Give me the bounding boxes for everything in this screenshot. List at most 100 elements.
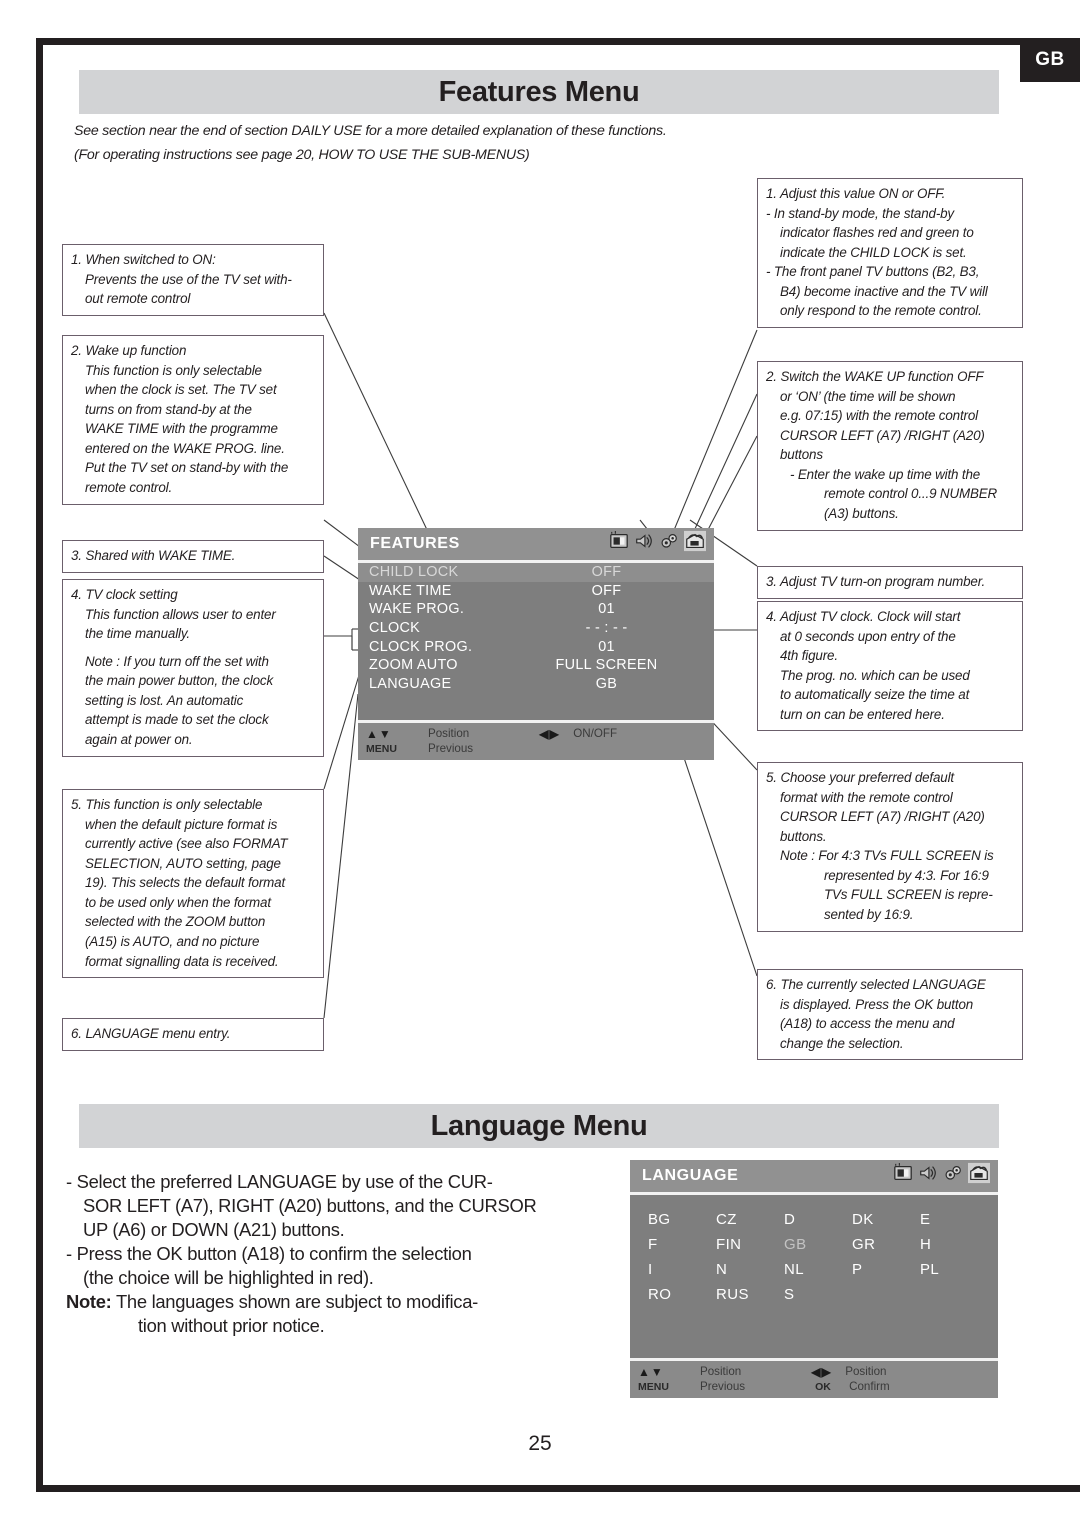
language-cell[interactable]: NL	[780, 1261, 848, 1278]
ok-key-label: OK	[815, 1380, 831, 1393]
features-section-title-bar: Features Menu	[79, 70, 999, 114]
features-icon[interactable]	[683, 530, 707, 557]
picture-icon[interactable]	[892, 1163, 914, 1188]
callout-line: 2. Wake up function	[71, 343, 187, 358]
language-footer-line-position: ▲▼ Position ◀▶ Position	[630, 1364, 998, 1379]
features-osd-header: FEATURES	[358, 528, 714, 560]
features-osd-row[interactable]: CLOCK PROG. 01	[358, 637, 714, 656]
install-icon[interactable]	[658, 531, 680, 556]
callout-line: B4) become inactive and the TV will	[780, 283, 988, 299]
callout-line: format signalling data is received.	[85, 953, 279, 969]
features-osd-footer: ▲▼ Position ◀▶ ON/OFF MENU Previous	[358, 720, 714, 760]
language-copy-line: (the choice will be highlighted in red).	[83, 1266, 374, 1288]
callout-line: 1. When switched to ON:	[71, 252, 216, 267]
callout-line: 4. TV clock setting	[71, 587, 178, 602]
features-osd-rows[interactable]: CHILD LOCK OFF WAKE TIME OFF WAKE PROG. 01 CLO…	[358, 563, 714, 720]
callout-line: the time manually.	[85, 626, 190, 642]
features-osd-panel[interactable]: FEATURES CHILD LOCK OFF WAKE TIME OFF WA…	[358, 528, 714, 760]
callout-line: again at power on.	[85, 731, 193, 747]
language-cell[interactable]: DK	[848, 1211, 916, 1228]
features-osd-row-value[interactable]: GB	[519, 676, 694, 692]
callout-line: buttons	[780, 447, 823, 463]
language-cell[interactable]: F	[644, 1236, 712, 1253]
page-frame-top	[36, 38, 1080, 45]
language-cell[interactable]: PL	[916, 1261, 984, 1278]
callout-line: to be used only when the format	[85, 894, 271, 910]
features-osd-row[interactable]: WAKE PROG. 01	[358, 600, 714, 619]
callout-line: The prog. no. which can be used	[780, 667, 970, 683]
language-cell-empty	[848, 1286, 916, 1303]
features-osd-title: FEATURES	[370, 535, 460, 552]
language-cell[interactable]: S	[780, 1286, 848, 1303]
callout-line: 5. This function is only selectable	[71, 797, 263, 812]
features-osd-row[interactable]: CHILD LOCK OFF	[358, 563, 714, 582]
language-cell[interactable]: N	[712, 1261, 780, 1278]
sound-icon[interactable]	[633, 531, 655, 556]
callout-left-6: 6. LANGUAGE menu entry.	[62, 1018, 324, 1051]
language-cell[interactable]: GB	[780, 1236, 848, 1253]
language-cell[interactable]: E	[916, 1211, 984, 1228]
language-footer-previous-label: Previous	[700, 1380, 746, 1393]
language-note-label: Note:	[66, 1290, 112, 1312]
features-osd-row-value[interactable]: 01	[519, 639, 694, 655]
language-footer-position-label: Position	[700, 1365, 742, 1378]
callout-right-6: 6. The currently selected LANGUAGE is dis…	[757, 969, 1023, 1061]
features-osd-row-value[interactable]: OFF	[519, 583, 694, 599]
callout-line: the main power button, the clock	[85, 673, 273, 689]
language-cell[interactable]: GR	[848, 1236, 916, 1253]
features-osd-row[interactable]: WAKE TIME OFF	[358, 582, 714, 601]
sound-icon[interactable]	[917, 1163, 939, 1188]
language-copy-line: SOR LEFT (A7), RIGHT (A20) buttons, and …	[83, 1194, 537, 1216]
features-osd-row[interactable]: LANGUAGE GB	[358, 675, 714, 694]
features-osd-row-label: LANGUAGE	[369, 675, 452, 692]
callout-line: indicator flashes red and green to	[780, 225, 974, 241]
callout-line: This function is only selectable	[85, 362, 262, 378]
page-number: 25	[528, 1432, 552, 1455]
language-cell[interactable]: D	[780, 1211, 848, 1228]
language-cell[interactable]: BG	[644, 1211, 712, 1228]
callout-line: turns on from stand-by at the	[85, 401, 252, 417]
picture-icon[interactable]	[608, 531, 630, 556]
language-footer-position2-label: Position	[845, 1365, 887, 1378]
callout-line-gap	[71, 644, 315, 652]
features-osd-row-value[interactable]: - - : - -	[519, 620, 694, 636]
callout-line: change the selection.	[780, 1035, 904, 1051]
language-cell[interactable]: RUS	[712, 1286, 780, 1303]
language-code-grid[interactable]: BG CZ D DK E F FIN GB GR H I N NL P PL RO RUS S	[630, 1195, 998, 1303]
features-osd-row-label: CLOCK	[369, 620, 421, 637]
callout-line: turn on can be entered here.	[780, 706, 945, 722]
callout-line: attempt is made to set the clock	[85, 712, 269, 728]
page-frame-bottom	[36, 1485, 1080, 1492]
install-icon[interactable]	[942, 1163, 964, 1188]
language-cell[interactable]: H	[916, 1236, 984, 1253]
features-osd-row[interactable]: CLOCK - - : - -	[358, 619, 714, 638]
features-footer-line-menu: MENU Previous	[358, 741, 714, 756]
language-osd-body[interactable]: BG CZ D DK E F FIN GB GR H I N NL P PL RO RUS S	[630, 1195, 998, 1358]
features-footer-onoff-label: ON/OFF	[573, 727, 618, 740]
callout-line: Note : If you turn off the set with	[85, 653, 269, 669]
features-osd-row-label: WAKE PROG.	[369, 601, 465, 618]
language-cell[interactable]: RO	[644, 1286, 712, 1303]
callout-left-2: 2. Wake up function This function is only…	[62, 335, 324, 505]
callout-left-4: 4. TV clock setting This function allows …	[62, 579, 324, 757]
callout-line: remote control 0...9 NUMBER	[824, 486, 998, 502]
callout-right-3: 3. Adjust TV turn-on program number.	[757, 566, 1023, 599]
callout-line: (A15) is AUTO, and no picture	[85, 933, 260, 949]
features-osd-row-value[interactable]: 01	[519, 601, 694, 617]
features-osd-row[interactable]: ZOOM AUTO FULL SCREEN	[358, 656, 714, 675]
language-osd-header: LANGUAGE	[630, 1160, 998, 1192]
language-cell[interactable]: CZ	[712, 1211, 780, 1228]
up-down-arrows-icon: ▲▼	[638, 1364, 664, 1379]
features-osd-row-value[interactable]: FULL SCREEN	[519, 657, 694, 673]
callout-line: when the clock is set. The TV set	[85, 382, 277, 398]
language-cell[interactable]: P	[848, 1261, 916, 1278]
language-cell-empty	[916, 1286, 984, 1303]
features-icon[interactable]	[967, 1162, 991, 1189]
features-osd-row-value[interactable]: OFF	[519, 564, 694, 580]
callout-line: currently active (see also FORMAT	[85, 836, 288, 852]
language-cell[interactable]: I	[644, 1261, 712, 1278]
language-osd-panel[interactable]: LANGUAGE BG CZ D DK E F FIN GB GR H I N …	[630, 1160, 998, 1398]
callout-line: selected with the ZOOM button	[85, 914, 266, 930]
language-cell[interactable]: FIN	[712, 1236, 780, 1253]
language-osd-footer: ▲▼ Position ◀▶ Position MENU Previous OK…	[630, 1358, 998, 1398]
